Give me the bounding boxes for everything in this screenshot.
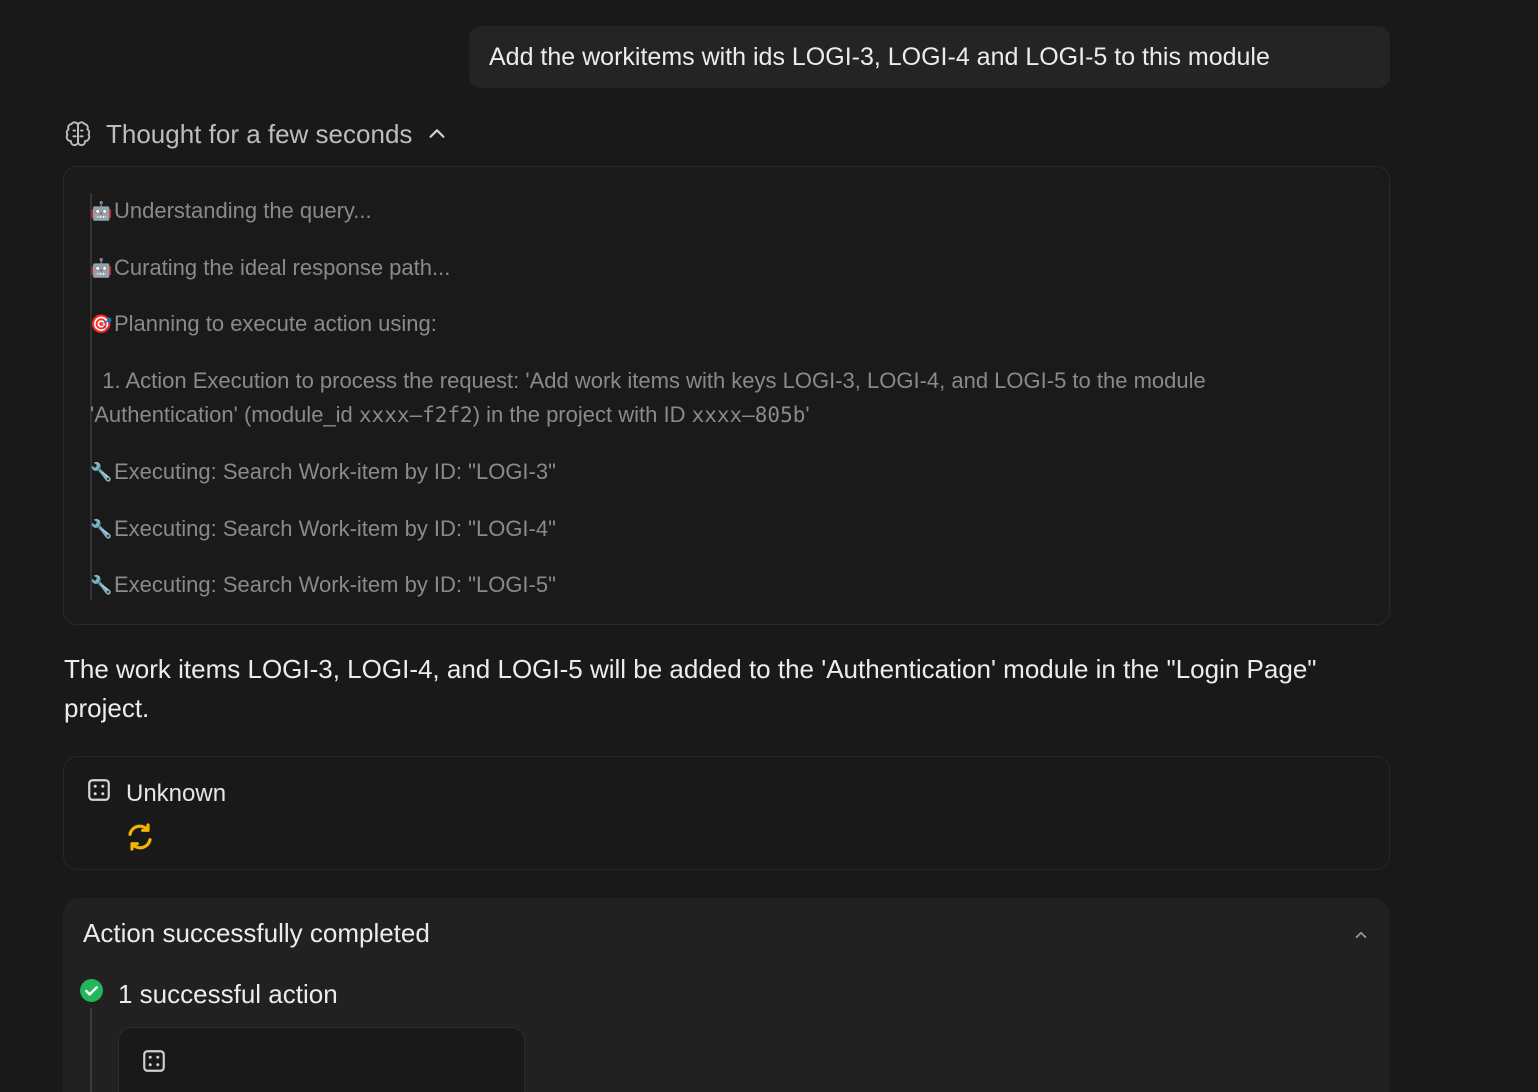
success-summary: 1 successful action [79,978,338,1010]
chat-page: Add the workitems with ids LOGI-3, LOGI-… [0,0,1538,1092]
thought-step: 🤖Curating the ideal response path... [90,251,450,285]
action-summary-card: Action successfully completed 1 successf… [63,898,1390,1092]
action-summary-title: Action successfully completed [83,918,430,948]
module-card-header: Unknown [86,777,226,810]
robot-icon: 🤖 [90,201,113,221]
thought-step-text: Curating the ideal response path... [114,255,451,280]
refresh-icon [124,821,156,858]
brain-icon [64,120,92,148]
user-message-text: Add the workitems with ids LOGI-3, LOGI-… [489,42,1270,71]
thought-step-text: Executing: Search Work-item by ID: "LOGI… [114,516,556,541]
module-card-title: Unknown [126,779,227,807]
project-id-code: xxxx–805b [691,403,806,427]
thought-toggle[interactable]: Thought for a few seconds [64,114,448,154]
plan-text: ) in the project with ID [472,402,692,427]
module-card: Unknown [63,756,1390,870]
module-icon [86,777,112,810]
thought-step-text: Planning to execute action using: [114,311,437,336]
plan-text: ' [805,402,810,427]
thought-step-text: Executing: Search Work-item by ID: "LOGI… [114,459,556,484]
chevron-up-icon [426,123,448,145]
thought-step: 🔧Executing: Search Work-item by ID: "LOG… [90,512,556,546]
timeline-line [90,1008,92,1092]
thought-step: 🔧Executing: Search Work-item by ID: "LOG… [90,568,556,602]
thought-step-plan: 1. Action Execution to process the reque… [90,364,1330,432]
thought-panel: 🤖Understanding the query... 🤖Curating th… [63,166,1390,625]
thought-step: 🎯Planning to execute action using: [90,307,437,341]
wrench-icon: 🔧 [90,575,113,595]
wrench-icon: 🔧 [90,519,113,539]
thought-step: 🤖Understanding the query... [90,194,372,228]
assistant-response: The work items LOGI-3, LOGI-4, and LOGI-… [64,654,1317,723]
module-id-code: xxxx–f2f2 [358,403,473,427]
thought-step: 🔧Executing: Search Work-item by ID: "LOG… [90,455,556,489]
success-count-label: 1 successful action [118,978,338,1009]
target-icon: 🎯 [90,314,113,334]
thought-step-text: Executing: Search Work-item by ID: "LOGI… [114,572,556,597]
module-icon [141,1048,167,1079]
thought-step-text: Understanding the query... [114,198,372,223]
robot-icon: 🤖 [90,258,113,278]
chevron-up-icon[interactable] [1352,926,1370,949]
action-item-card[interactable] [118,1027,525,1092]
thought-header-label: Thought for a few seconds [106,118,413,149]
wrench-icon: 🔧 [90,462,113,482]
user-message: Add the workitems with ids LOGI-3, LOGI-… [469,26,1390,88]
check-circle-icon [79,978,104,1010]
